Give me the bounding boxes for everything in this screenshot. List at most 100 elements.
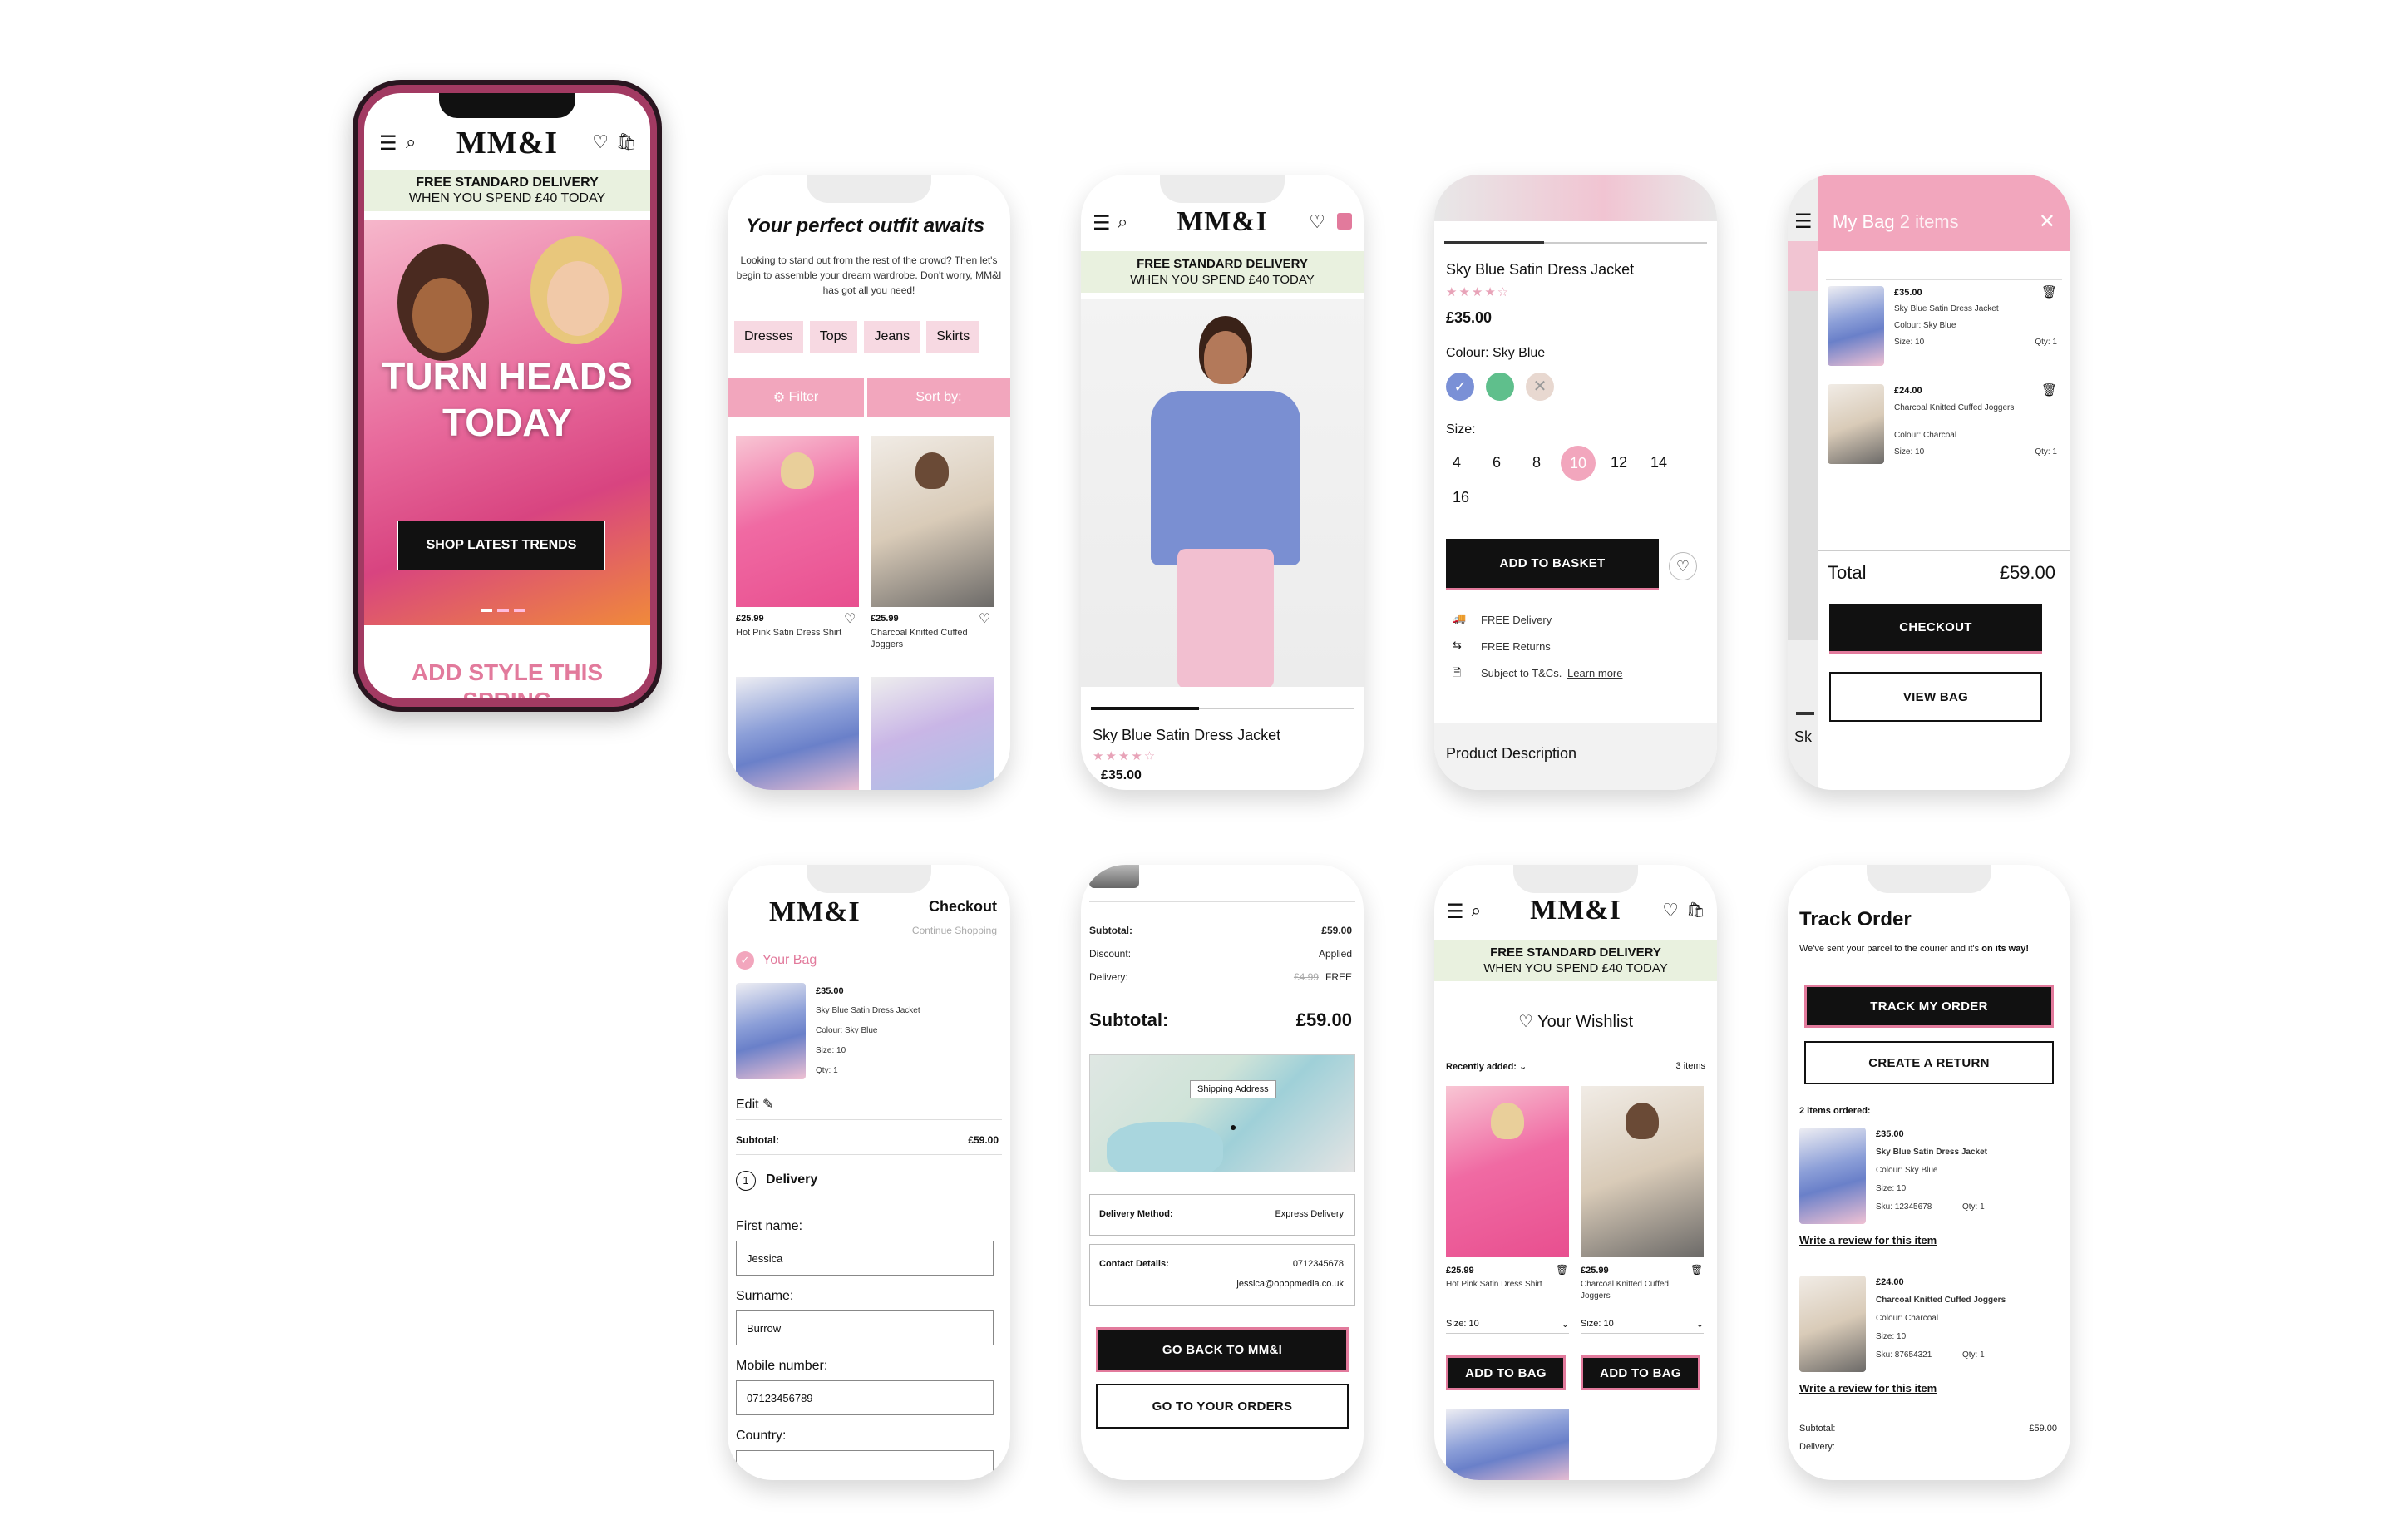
colour-swatch-selected[interactable]: ✓ — [1446, 373, 1474, 401]
mobile-label: Mobile number: — [736, 1359, 828, 1373]
bag-item-image[interactable] — [1828, 286, 1884, 366]
product-image[interactable] — [736, 677, 859, 790]
country-select[interactable] — [736, 1450, 994, 1480]
trash-icon[interactable]: 🗑 — [1556, 1264, 1568, 1276]
size-option[interactable]: 14 — [1650, 454, 1667, 471]
close-icon[interactable]: ✕ — [2039, 210, 2055, 234]
product-image[interactable] — [871, 677, 994, 790]
wishlist-item-image[interactable] — [1446, 1409, 1569, 1480]
map-pin-icon: ● — [1230, 1120, 1237, 1133]
sort-button[interactable]: Sort by: — [867, 378, 1010, 417]
brand-logo[interactable]: MM&I — [1177, 206, 1268, 238]
wishlist-item-name[interactable]: Charcoal Knitted Cuffed Joggers — [1581, 1279, 1689, 1302]
first-name-label: First name: — [736, 1219, 803, 1233]
wishlist-heart-icon[interactable]: ♡ — [1669, 552, 1697, 580]
continue-shopping-link[interactable]: Continue Shopping — [912, 925, 997, 936]
bag-icon[interactable]: 🛍 — [616, 131, 637, 152]
order-item-sku: Sku: 12345678 — [1876, 1202, 1932, 1212]
product-description-toggle[interactable]: Product Description — [1446, 745, 1576, 763]
heart-icon[interactable]: ♡ — [1309, 211, 1325, 233]
search-icon[interactable]: ⌕ — [406, 131, 416, 153]
image-scroll-indicator — [1091, 707, 1199, 710]
trash-icon[interactable]: 🗑 — [2041, 383, 2057, 397]
your-orders-button[interactable]: GO TO YOUR ORDERS — [1096, 1384, 1349, 1429]
add-to-bag-button[interactable]: ADD TO BAG — [1581, 1355, 1700, 1390]
brand-logo[interactable]: MM&I — [456, 125, 558, 161]
track-order-button[interactable]: TRACK MY ORDER — [1804, 985, 2054, 1028]
product-hero-image[interactable] — [1081, 299, 1364, 687]
heart-icon[interactable]: ♡ — [979, 610, 990, 627]
first-name-input[interactable] — [736, 1241, 994, 1276]
shipping-map[interactable]: Shipping Address ● — [1089, 1054, 1355, 1172]
create-return-button[interactable]: CREATE A RETURN — [1804, 1041, 2054, 1084]
heart-icon[interactable]: ♡ — [844, 610, 856, 627]
colour-swatch[interactable] — [1486, 373, 1514, 401]
size-option[interactable]: 12 — [1611, 454, 1627, 471]
menu-icon[interactable]: ☰ — [1446, 900, 1464, 924]
your-bag-step[interactable]: Your Bag — [762, 953, 817, 968]
size-option[interactable]: 6 — [1493, 454, 1501, 471]
heart-icon[interactable]: ♡ — [592, 131, 609, 153]
bag-icon[interactable]: 🛍 — [1686, 901, 1705, 919]
order-item-name: Sky Blue Satin Dress Jacket — [1876, 1148, 1987, 1157]
checkout-button[interactable]: CHECKOUT — [1829, 604, 2042, 654]
menu-icon[interactable]: ☰ — [1794, 210, 1813, 234]
brand-logo[interactable]: MM&I — [769, 896, 861, 928]
recent-filter[interactable]: Recently added: ⌄ — [1446, 1061, 1527, 1072]
colour-swatch-unavailable[interactable]: ✕ — [1526, 373, 1554, 401]
size-option[interactable]: 4 — [1453, 454, 1461, 471]
search-icon[interactable]: ⌕ — [1471, 900, 1481, 921]
hero-banner[interactable]: TURN HEADS TODAY SHOP LATEST TRENDS — [364, 220, 650, 625]
size-select[interactable]: Size: 10 ⌄ — [1446, 1319, 1569, 1334]
size-option[interactable]: 8 — [1532, 454, 1541, 471]
view-bag-button[interactable]: VIEW BAG — [1829, 672, 2042, 722]
menu-icon[interactable]: ☰ — [379, 131, 397, 155]
size-option-selected[interactable]: 10 — [1561, 446, 1596, 481]
add-to-basket-button[interactable]: ADD TO BASKET — [1446, 539, 1659, 590]
bag-item-colour: Colour: Sky Blue — [1894, 321, 1956, 330]
shop-latest-button[interactable]: SHOP LATEST TRENDS — [397, 521, 605, 570]
review-link[interactable]: Write a review for this item — [1799, 1382, 1937, 1394]
product-image[interactable] — [736, 436, 859, 607]
add-to-bag-button[interactable]: ADD TO BAG — [1446, 1355, 1566, 1390]
bag-title-label: My Bag — [1833, 211, 1895, 232]
edit-link[interactable]: Edit ✎ — [736, 1096, 773, 1113]
chip-jeans[interactable]: Jeans — [864, 321, 920, 353]
surname-input[interactable] — [736, 1310, 994, 1345]
chip-skirts[interactable]: Skirts — [926, 321, 980, 353]
product-name[interactable]: Hot Pink Satin Dress Shirt — [736, 627, 844, 639]
wishlist-item-image[interactable] — [1581, 1086, 1704, 1257]
size-select[interactable]: Size: 10 ⌄ — [1581, 1319, 1704, 1334]
go-back-button[interactable]: GO BACK TO MM&I — [1096, 1327, 1349, 1372]
total-label: Total — [1828, 562, 1867, 583]
wishlist-item-image[interactable] — [1446, 1086, 1569, 1257]
menu-icon[interactable]: ☰ — [1093, 211, 1111, 235]
track-order-screen: Track Order We've sent your parcel to th… — [1788, 865, 2070, 1480]
order-item-name: Charcoal Knitted Cuffed Joggers — [1876, 1296, 2006, 1305]
brand-logo[interactable]: MM&I — [1530, 895, 1621, 926]
hero-title: TURN HEADS TODAY — [382, 354, 633, 444]
bag-item-name: Charcoal Knitted Cuffed Joggers — [1894, 403, 2015, 412]
bag-icon[interactable] — [1337, 213, 1352, 230]
trash-icon[interactable]: 🗑 — [1690, 1264, 1703, 1276]
filter-button[interactable]: ⚙ Filter — [728, 378, 864, 417]
heart-icon[interactable]: ♡ — [1662, 900, 1679, 921]
chip-tops[interactable]: Tops — [809, 321, 858, 353]
carousel-dots[interactable] — [481, 609, 525, 612]
product-image[interactable] — [871, 436, 994, 607]
product-name[interactable]: Charcoal Knitted Cuffed Joggers — [871, 627, 979, 650]
delivery-line1: FREE STANDARD DELIVERY — [1137, 257, 1308, 271]
delivery-method-value: Express Delivery — [1275, 1209, 1344, 1219]
big-subtotal-value: £59.00 — [1295, 1009, 1352, 1030]
rating-stars: ★★★★☆ — [1446, 285, 1511, 299]
learn-more-link[interactable]: Learn more — [1567, 667, 1622, 679]
size-option[interactable]: 16 — [1453, 489, 1469, 506]
mobile-input[interactable] — [736, 1380, 994, 1415]
review-link[interactable]: Write a review for this item — [1799, 1234, 1937, 1246]
search-icon[interactable]: ⌕ — [1118, 211, 1127, 233]
wishlist-item-name[interactable]: Hot Pink Satin Dress Shirt — [1446, 1279, 1554, 1291]
bag-item-image[interactable] — [1828, 384, 1884, 464]
trash-icon[interactable]: 🗑 — [2041, 284, 2057, 299]
chip-dresses[interactable]: Dresses — [734, 321, 803, 353]
product-name: Sky Blue Satin Dress Jacket — [1446, 261, 1635, 278]
